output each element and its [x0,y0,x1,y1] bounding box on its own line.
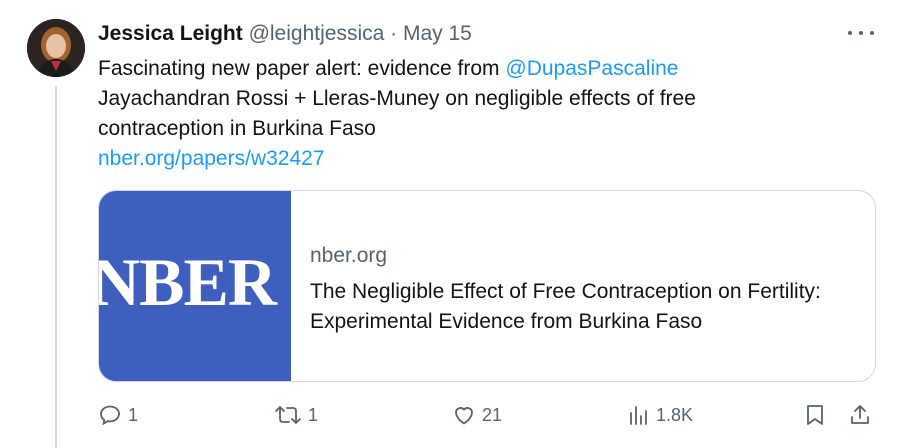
reply-button[interactable]: 1 [98,400,138,430]
more-options-icon[interactable] [848,22,874,44]
thread-line [55,86,57,448]
share-icon [851,405,869,424]
card-title: The Negligible Effect of Free Contracept… [310,280,821,333]
avatar-photo [27,19,85,77]
like-count: 21 [482,404,503,425]
nber-logo: NBER [99,244,277,320]
reply-count: 1 [128,404,139,425]
views-button[interactable]: 1.8K [628,400,693,430]
tweet-date[interactable]: May 15 [403,22,472,45]
author-avatar[interactable] [27,19,85,77]
link-preview-card[interactable]: NBER nber.org The Negligible Effect of F… [98,190,876,382]
author-name[interactable]: Jessica Leight [98,22,243,45]
header-separator: · [390,22,398,45]
retweet-icon [275,406,301,424]
card-image: NBER [99,191,291,381]
card-body: nber.org The Negligible Effect of Free C… [291,191,830,381]
tweet-text: Fascinating new paper alert: evidence fr… [98,54,858,174]
retweet-count: 1 [308,404,319,425]
reply-icon [100,405,120,426]
retweet-button[interactable]: 1 [274,400,318,430]
card-domain: nber.org [310,244,388,267]
action-bar: 1 1 21 1.8K [98,400,878,430]
paper-link[interactable]: nber.org/papers/w32427 [98,144,858,174]
tweet-text-line1: Fascinating new paper alert: evidence fr… [98,57,506,80]
bar-chart-icon [630,406,647,425]
mention-link[interactable]: @DupasPascaline [505,57,678,80]
like-button[interactable]: 21 [452,400,502,430]
heart-icon [455,407,473,425]
bookmark-icon [807,405,823,425]
author-handle[interactable]: @leightjessica [249,22,385,45]
tweet-text-line3: contraception in Burkina Faso [98,117,376,140]
share-button[interactable] [848,400,872,430]
tweet-header: Jessica Leight @leightjessica · May 15 [98,20,472,48]
view-count: 1.8K [656,404,694,425]
bookmark-button[interactable] [804,400,826,430]
tweet-text-line2: Jayachandran Rossi + Lleras-Muney on neg… [98,87,696,110]
